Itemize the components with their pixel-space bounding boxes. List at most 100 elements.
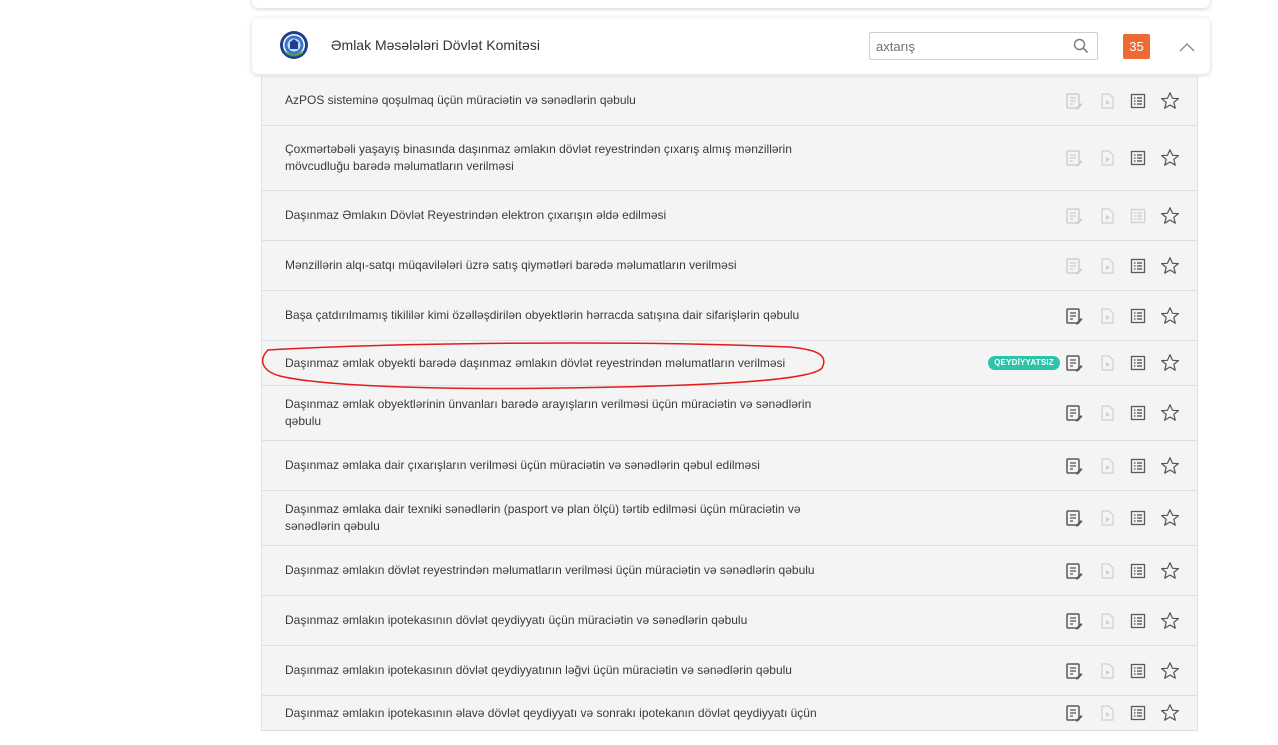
- document-play-icon[interactable]: [1097, 611, 1117, 631]
- service-title-link[interactable]: Daşınmaz əmlak obyekti barədə daşınmaz ə…: [285, 355, 785, 372]
- apply-form-icon[interactable]: [1064, 661, 1084, 681]
- service-actions: [977, 456, 1197, 476]
- service-row[interactable]: Daşınmaz Əmlakın Dövlət Reyestrindən ele…: [262, 191, 1197, 241]
- document-play-icon[interactable]: [1097, 148, 1117, 168]
- apply-form-icon[interactable]: [1064, 206, 1084, 226]
- service-info-list-icon[interactable]: [1128, 403, 1148, 423]
- apply-form-icon[interactable]: [1064, 611, 1084, 631]
- service-title-link[interactable]: Daşınmaz əmlaka dair texniki sənədlərin …: [285, 501, 845, 535]
- service-actions: [977, 611, 1197, 631]
- service-info-list-icon[interactable]: [1128, 703, 1148, 723]
- apply-form-icon[interactable]: [1064, 306, 1084, 326]
- apply-form-icon[interactable]: [1064, 456, 1084, 476]
- document-play-icon[interactable]: [1097, 91, 1117, 111]
- service-actions: [977, 703, 1197, 723]
- service-info-list-icon[interactable]: [1128, 353, 1148, 373]
- document-play-icon[interactable]: [1097, 403, 1117, 423]
- service-title-link[interactable]: Çoxmərtəbəli yaşayış binasında daşınmaz …: [285, 141, 845, 175]
- favorite-star-icon[interactable]: [1160, 256, 1180, 276]
- service-info-list-icon[interactable]: [1128, 456, 1148, 476]
- chevron-up-icon[interactable]: [1177, 37, 1197, 57]
- service-title-link[interactable]: Mənzillərin alqı-satqı müqavilələri üzrə…: [285, 257, 737, 274]
- document-play-icon[interactable]: [1097, 256, 1117, 276]
- page: Əmlak Məsələləri Dövlət Komitəsi 35 AzPO…: [0, 0, 1278, 745]
- favorite-star-icon[interactable]: [1160, 661, 1180, 681]
- service-title-link[interactable]: Daşınmaz əmlaka dair çıxarışların verilm…: [285, 457, 760, 474]
- service-actions: QEYDİYYATSIZ: [977, 353, 1197, 373]
- service-count-badge: 35: [1123, 34, 1150, 59]
- service-row[interactable]: Daşınmaz əmlakın dövlət reyestrindən məl…: [262, 546, 1197, 596]
- service-title-link[interactable]: Başa çatdırılmamış tikililər kimi özəllə…: [285, 307, 799, 324]
- organization-title: Əmlak Məsələləri Dövlət Komitəsi: [331, 37, 540, 53]
- favorite-star-icon[interactable]: [1160, 353, 1180, 373]
- unregistered-access-badge: QEYDİYYATSIZ: [988, 356, 1060, 370]
- service-title-link[interactable]: AzPOS sisteminə qoşulmaq üçün müraciətin…: [285, 92, 636, 109]
- apply-form-icon[interactable]: [1064, 353, 1084, 373]
- service-row[interactable]: Daşınmaz əmlak obyekti barədə daşınmaz ə…: [262, 341, 1197, 386]
- document-play-icon[interactable]: [1097, 206, 1117, 226]
- service-row[interactable]: Çoxmərtəbəli yaşayış binasında daşınmaz …: [262, 126, 1197, 191]
- service-row[interactable]: AzPOS sisteminə qoşulmaq üçün müraciətin…: [262, 76, 1197, 126]
- service-actions: [977, 403, 1197, 423]
- favorite-star-icon[interactable]: [1160, 508, 1180, 528]
- document-play-icon[interactable]: [1097, 561, 1117, 581]
- service-title-link[interactable]: Daşınmaz əmlak obyektlərinin ünvanları b…: [285, 396, 845, 430]
- favorite-star-icon[interactable]: [1160, 206, 1180, 226]
- favorite-star-icon[interactable]: [1160, 456, 1180, 476]
- service-info-list-icon[interactable]: [1128, 661, 1148, 681]
- service-row[interactable]: Daşınmaz əmlakın ipotekasının dövlət qey…: [262, 646, 1197, 696]
- service-info-list-icon[interactable]: [1128, 306, 1148, 326]
- service-info-list-icon[interactable]: [1128, 206, 1148, 226]
- favorite-star-icon[interactable]: [1160, 148, 1180, 168]
- service-actions: [977, 91, 1197, 111]
- favorite-star-icon[interactable]: [1160, 611, 1180, 631]
- service-actions: [977, 256, 1197, 276]
- document-play-icon[interactable]: [1097, 456, 1117, 476]
- service-info-list-icon[interactable]: [1128, 508, 1148, 528]
- service-list: AzPOS sisteminə qoşulmaq üçün müraciətin…: [261, 76, 1198, 731]
- service-info-list-icon[interactable]: [1128, 148, 1148, 168]
- service-info-list-icon[interactable]: [1128, 561, 1148, 581]
- apply-form-icon[interactable]: [1064, 703, 1084, 723]
- service-title-link[interactable]: Daşınmaz əmlakın ipotekasının əlavə dövl…: [285, 705, 817, 722]
- service-title-link[interactable]: Daşınmaz Əmlakın Dövlət Reyestrindən ele…: [285, 207, 666, 224]
- apply-form-icon[interactable]: [1064, 256, 1084, 276]
- service-actions: [977, 508, 1197, 528]
- search-input[interactable]: [870, 33, 1066, 59]
- favorite-star-icon[interactable]: [1160, 561, 1180, 581]
- favorite-star-icon[interactable]: [1160, 703, 1180, 723]
- service-title-link[interactable]: Daşınmaz əmlakın ipotekasının dövlət qey…: [285, 612, 747, 629]
- service-actions: [977, 148, 1197, 168]
- committee-emblem-icon: [280, 31, 308, 59]
- document-play-icon[interactable]: [1097, 306, 1117, 326]
- document-play-icon[interactable]: [1097, 703, 1117, 723]
- apply-form-icon[interactable]: [1064, 403, 1084, 423]
- apply-form-icon[interactable]: [1064, 508, 1084, 528]
- service-row[interactable]: Mənzillərin alqı-satqı müqavilələri üzrə…: [262, 241, 1197, 291]
- search-icon[interactable]: [1073, 38, 1089, 54]
- apply-form-icon[interactable]: [1064, 148, 1084, 168]
- apply-form-icon[interactable]: [1064, 91, 1084, 111]
- service-title-link[interactable]: Daşınmaz əmlakın dövlət reyestrindən məl…: [285, 562, 815, 579]
- service-row[interactable]: Daşınmaz əmlak obyektlərinin ünvanları b…: [262, 386, 1197, 441]
- service-row[interactable]: Daşınmaz əmlakın ipotekasının dövlət qey…: [262, 596, 1197, 646]
- service-actions: [977, 661, 1197, 681]
- service-info-list-icon[interactable]: [1128, 256, 1148, 276]
- favorite-star-icon[interactable]: [1160, 91, 1180, 111]
- document-play-icon[interactable]: [1097, 661, 1117, 681]
- service-info-list-icon[interactable]: [1128, 611, 1148, 631]
- document-play-icon[interactable]: [1097, 508, 1117, 528]
- favorite-star-icon[interactable]: [1160, 403, 1180, 423]
- service-info-list-icon[interactable]: [1128, 91, 1148, 111]
- service-actions: [977, 206, 1197, 226]
- service-row[interactable]: Daşınmaz əmlaka dair çıxarışların verilm…: [262, 441, 1197, 491]
- service-row[interactable]: Daşınmaz əmlakın ipotekasının əlavə dövl…: [262, 696, 1197, 731]
- service-title-link[interactable]: Daşınmaz əmlakın ipotekasının dövlət qey…: [285, 662, 792, 679]
- service-row[interactable]: Daşınmaz əmlaka dair texniki sənədlərin …: [262, 491, 1197, 546]
- service-actions: [977, 306, 1197, 326]
- service-row[interactable]: Başa çatdırılmamış tikililər kimi özəllə…: [262, 291, 1197, 341]
- service-actions: [977, 561, 1197, 581]
- favorite-star-icon[interactable]: [1160, 306, 1180, 326]
- document-play-icon[interactable]: [1097, 353, 1117, 373]
- apply-form-icon[interactable]: [1064, 561, 1084, 581]
